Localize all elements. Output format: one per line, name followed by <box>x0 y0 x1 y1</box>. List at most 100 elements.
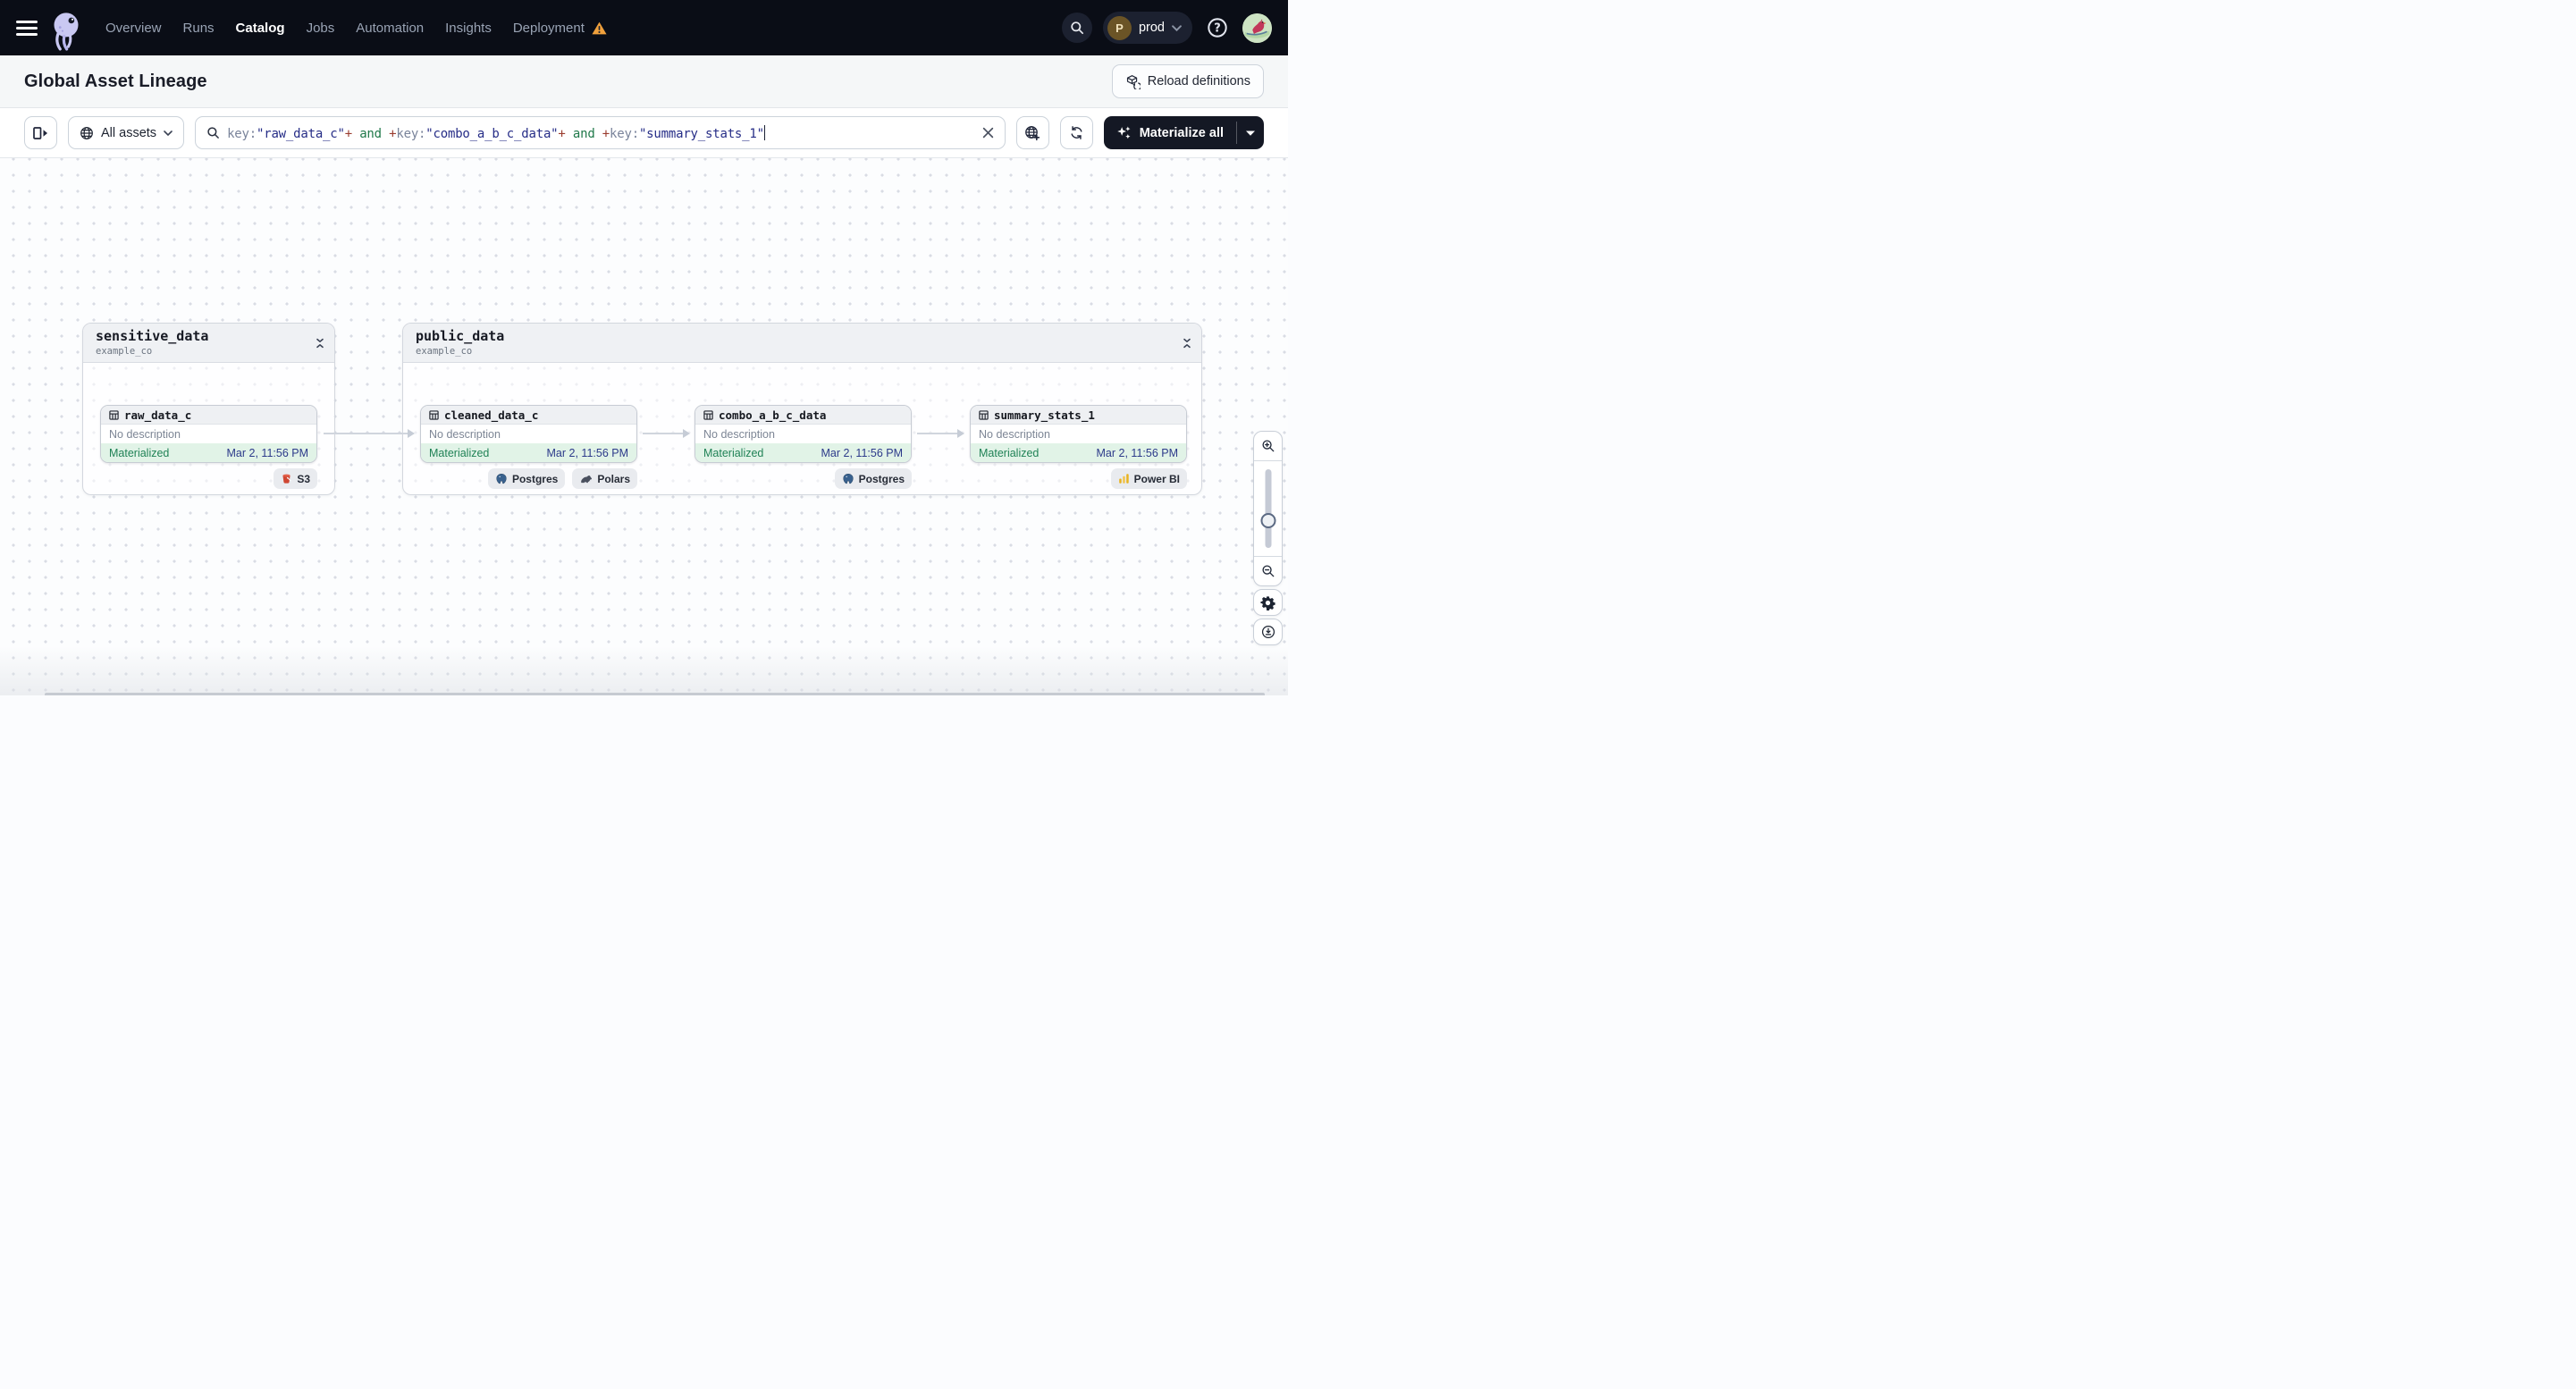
nav-runs[interactable]: Runs <box>183 21 215 36</box>
open-side-panel-button[interactable] <box>24 116 57 149</box>
asset-lineage-canvas[interactable]: sensitive_data example_co public_data ex… <box>0 158 1288 695</box>
materialize-all-label: Materialize all <box>1139 125 1224 140</box>
asset-node-summary-stats-1[interactable]: summary_stats_1 No description Materiali… <box>970 405 1187 463</box>
refresh-icon <box>1071 126 1082 139</box>
asset-description: No description <box>971 425 1186 443</box>
search-icon <box>207 127 219 139</box>
clear-query-button[interactable] <box>982 127 994 139</box>
kind-tag-s3[interactable]: S3 <box>274 468 317 489</box>
asset-scope-label: All assets <box>101 125 157 140</box>
asset-description: No description <box>695 425 911 443</box>
asset-selection-input[interactable]: key:"raw_data_c"+ and +key:"combo_a_b_c_… <box>195 116 1006 149</box>
materialize-all-split-button: Materialize all <box>1103 116 1264 149</box>
zoom-controls <box>1253 431 1283 586</box>
menu-icon[interactable] <box>16 20 38 36</box>
kind-tag-polars[interactable]: Polars <box>572 468 637 489</box>
status-badge: Materialized <box>979 446 1040 459</box>
reload-definitions-button[interactable]: Reload definitions <box>1111 64 1264 98</box>
table-icon <box>429 409 439 420</box>
lineage-toolbar: All assets key:"raw_data_c"+ and +key:"c… <box>0 108 1288 158</box>
asset-selection-query: key:"raw_data_c"+ and +key:"combo_a_b_c_… <box>227 124 766 141</box>
gear-icon <box>1260 595 1275 610</box>
nav-deployment[interactable]: Deployment <box>513 21 585 36</box>
group-name: sensitive_data <box>96 328 209 344</box>
powerbi-icon <box>1118 474 1129 484</box>
nav-jobs[interactable]: Jobs <box>307 21 335 36</box>
svg-text:?: ? <box>1214 22 1221 36</box>
asset-scope-selector[interactable]: All assets <box>68 116 185 149</box>
status-badge: Materialized <box>703 446 764 459</box>
edge-combo-to-summary <box>917 429 964 438</box>
download-image-button[interactable] <box>1253 619 1283 645</box>
edge-raw-to-cleaned <box>324 429 415 438</box>
sparkle-icon <box>1116 126 1131 139</box>
status-badge: Materialized <box>109 446 170 459</box>
environment-avatar: P <box>1107 15 1132 40</box>
kind-tag-label: Power BI <box>1133 472 1180 485</box>
kind-tag-label: S3 <box>297 472 310 485</box>
nav-catalog[interactable]: Catalog <box>236 21 285 36</box>
help-button[interactable]: ? <box>1203 13 1232 42</box>
globe-plus-icon <box>1025 125 1040 140</box>
chevron-down-icon <box>164 130 173 136</box>
dagster-logo-icon[interactable] <box>50 9 82 59</box>
nav-overview[interactable]: Overview <box>105 21 162 36</box>
kind-tag-label: Postgres <box>511 472 559 485</box>
asset-name: cleaned_data_c <box>444 408 539 422</box>
edge-cleaned-to-combo <box>643 429 690 438</box>
view-global-lineage-button[interactable] <box>1015 116 1049 149</box>
asset-node-combo-a-b-c-data[interactable]: combo_a_b_c_data No description Material… <box>695 405 912 463</box>
primary-nav-links: Overview Runs Catalog Jobs Automation In… <box>105 21 607 36</box>
materialize-all-button[interactable]: Materialize all <box>1104 116 1236 149</box>
polars-icon <box>581 475 593 483</box>
asset-name: raw_data_c <box>124 408 192 422</box>
group-header-sensitive-data[interactable]: sensitive_data example_co <box>83 324 334 363</box>
nav-insights[interactable]: Insights <box>445 21 492 36</box>
table-icon <box>703 409 713 420</box>
kind-tag-postgres[interactable]: Postgres <box>834 468 912 489</box>
reload-definitions-label: Reload definitions <box>1147 74 1250 88</box>
zoom-out-icon <box>1261 565 1274 577</box>
materialization-timestamp: Mar 2, 11:56 PM <box>821 446 903 459</box>
refresh-button[interactable] <box>1059 116 1093 149</box>
kind-tag-postgres[interactable]: Postgres <box>487 468 566 489</box>
caret-down-icon <box>1246 130 1255 136</box>
environment-name: prod <box>1138 21 1165 35</box>
top-navigation-bar: Overview Runs Catalog Jobs Automation In… <box>0 0 1288 55</box>
group-repo-label: example_co <box>96 345 153 357</box>
text-cursor <box>763 124 766 140</box>
asset-node-cleaned-data-c[interactable]: cleaned_data_c No description Materializ… <box>420 405 637 463</box>
kind-tag-label: Postgres <box>858 472 905 485</box>
table-icon <box>979 409 989 420</box>
zoom-slider-track[interactable] <box>1265 469 1271 548</box>
asset-description: No description <box>101 425 316 443</box>
close-icon <box>982 127 993 139</box>
environment-switcher[interactable]: P prod <box>1102 12 1192 44</box>
status-badge: Materialized <box>429 446 490 459</box>
zoom-slider[interactable] <box>1254 461 1282 556</box>
zoom-in-icon <box>1261 440 1274 452</box>
materialize-options-button[interactable] <box>1237 116 1264 149</box>
user-avatar[interactable] <box>1242 13 1272 43</box>
global-search-button[interactable] <box>1061 13 1092 43</box>
graph-settings-button[interactable] <box>1253 589 1283 616</box>
materialization-timestamp: Mar 2, 11:56 PM <box>226 446 308 459</box>
zoom-out-button[interactable] <box>1254 556 1282 585</box>
kind-tag-powerbi[interactable]: Power BI <box>1110 468 1187 489</box>
asset-node-raw-data-c[interactable]: raw_data_c No description Materialized M… <box>100 405 317 463</box>
page-header: Global Asset Lineage Reload definitions <box>0 55 1288 108</box>
panel-expand-icon <box>32 126 47 139</box>
zoom-in-button[interactable] <box>1254 432 1282 461</box>
materialization-timestamp: Mar 2, 11:56 PM <box>1096 446 1178 459</box>
nav-automation[interactable]: Automation <box>356 21 424 36</box>
group-header-public-data[interactable]: public_data example_co <box>403 324 1201 363</box>
collapse-group-icon[interactable] <box>316 337 324 354</box>
question-icon: ? <box>1208 18 1227 38</box>
group-name: public_data <box>416 328 505 344</box>
collapse-group-icon[interactable] <box>1183 337 1191 354</box>
s3-bucket-icon <box>282 474 291 484</box>
table-icon <box>109 409 119 420</box>
postgres-icon <box>496 473 507 484</box>
kind-tag-label: Polars <box>597 472 630 485</box>
zoom-slider-handle[interactable] <box>1260 513 1275 528</box>
